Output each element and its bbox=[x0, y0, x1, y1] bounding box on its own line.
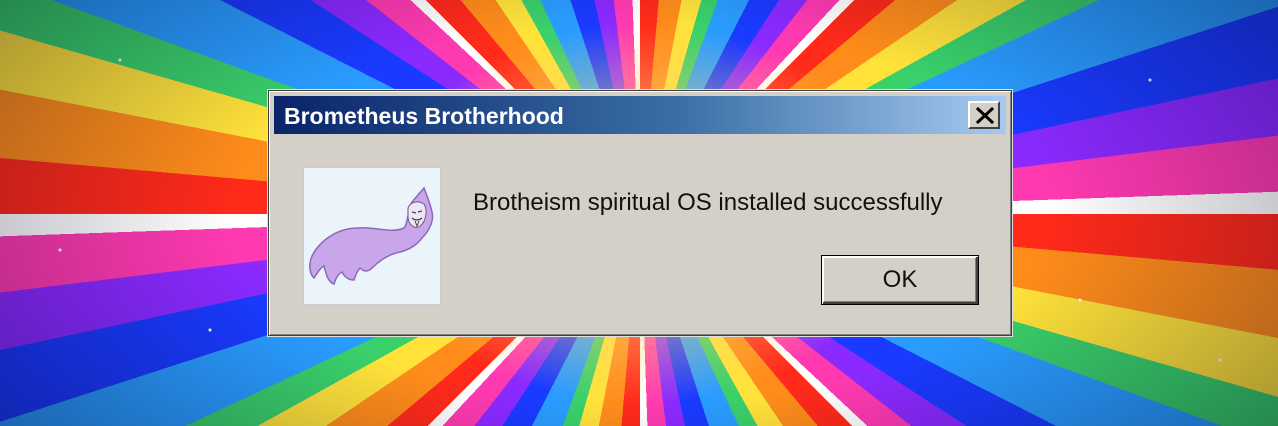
dialog-titlebar[interactable]: Brometheus Brotherhood bbox=[274, 96, 1006, 134]
close-button[interactable] bbox=[968, 101, 1000, 129]
dialog-message: Brotheism spiritual OS installed success… bbox=[473, 189, 943, 216]
purple-hooded-figure-icon bbox=[309, 186, 434, 285]
mascot-image-frame bbox=[303, 167, 441, 305]
close-icon bbox=[976, 107, 994, 124]
dialog-title: Brometheus Brotherhood bbox=[284, 103, 564, 129]
ok-button[interactable]: OK bbox=[821, 255, 979, 305]
message-dialog: Brometheus Brotherhood Brotheism spiritu… bbox=[268, 90, 1012, 336]
